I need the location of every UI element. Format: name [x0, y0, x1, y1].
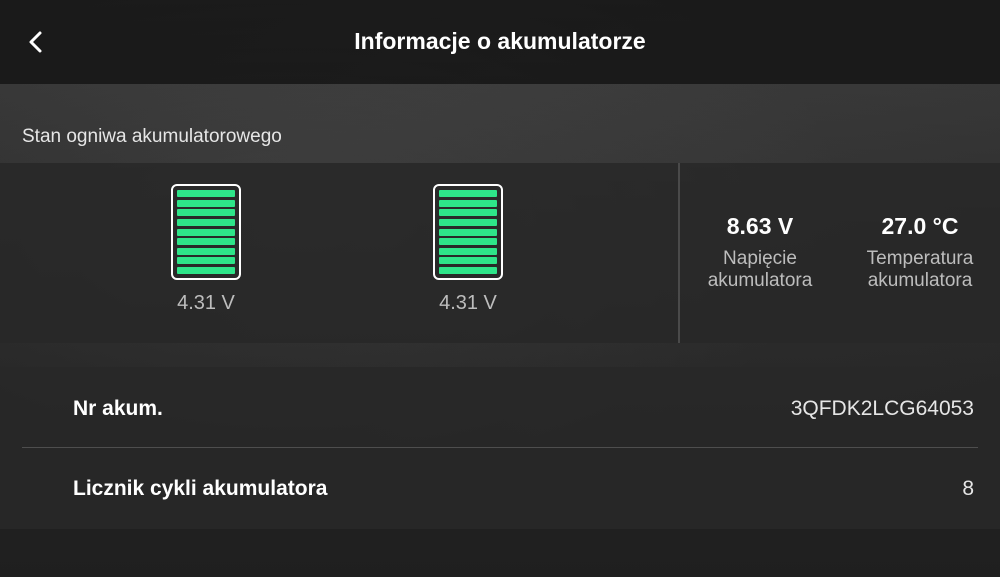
battery-temperature-stat: 27.0 °C Temperatura akumulatora: [845, 213, 995, 292]
battery-info-list: Nr akum. 3QFDK2LCG64053 Licznik cykli ak…: [0, 367, 1000, 529]
cell-level-bar: [439, 238, 497, 246]
battery-cell-icon: [171, 184, 241, 280]
cell-level-bar: [177, 238, 235, 246]
cell-level-bar: [177, 267, 235, 274]
page-title: Informacje o akumulatorze: [354, 28, 646, 54]
battery-voltage-label: Napięcie akumulatora: [707, 248, 813, 291]
top-bar: Informacje o akumulatorze: [0, 0, 1000, 84]
cycle-count-label: Licznik cykli akumulatora: [73, 477, 328, 500]
cell-level-bar: [177, 199, 235, 207]
battery-serial-value: 3QFDK2LCG64053: [790, 397, 974, 420]
battery-cell-1: 4.31 V: [167, 184, 245, 315]
cell-level-bar: [177, 190, 235, 197]
cell-level-bar: [177, 247, 235, 255]
cell-status-section-label: Stan ogniwa akumulatorowego: [22, 126, 282, 147]
panel-divider: [678, 163, 680, 343]
cell-level-bar: [439, 209, 497, 217]
cell-voltage: 4.31 V: [439, 292, 497, 314]
cell-voltage: 4.31 V: [177, 292, 235, 314]
battery-serial-label: Nr akum.: [73, 397, 163, 420]
battery-serial-row: Nr akum. 3QFDK2LCG64053: [22, 369, 978, 449]
row-divider: [22, 447, 978, 448]
cell-level-bar: [439, 199, 497, 207]
battery-cell-icon: [433, 184, 503, 280]
cell-level-bar: [177, 218, 235, 226]
cycle-count-row: Licznik cykli akumulatora 8: [22, 449, 978, 529]
cell-level-bar: [177, 228, 235, 236]
cell-status-panel: 4.31 V 4.31 V 8.63 V Napięcie akumulator…: [0, 163, 1000, 343]
cell-level-bar: [439, 257, 497, 265]
battery-temperature-label: Temperatura akumulatora: [866, 248, 974, 291]
cycle-count-value: 8: [962, 477, 974, 500]
cell-level-bar: [439, 190, 497, 197]
cell-level-bar: [177, 257, 235, 265]
battery-temperature-value: 27.0 °C: [881, 213, 959, 239]
cell-level-bar: [439, 218, 497, 226]
battery-voltage-value: 8.63 V: [726, 213, 794, 239]
cell-level-bar: [177, 209, 235, 217]
cell-level-bar: [439, 267, 497, 274]
battery-cell-2: 4.31 V: [429, 184, 507, 315]
cell-level-bar: [439, 228, 497, 236]
cell-level-bar: [439, 247, 497, 255]
battery-voltage-stat: 8.63 V Napięcie akumulatora: [685, 213, 835, 292]
